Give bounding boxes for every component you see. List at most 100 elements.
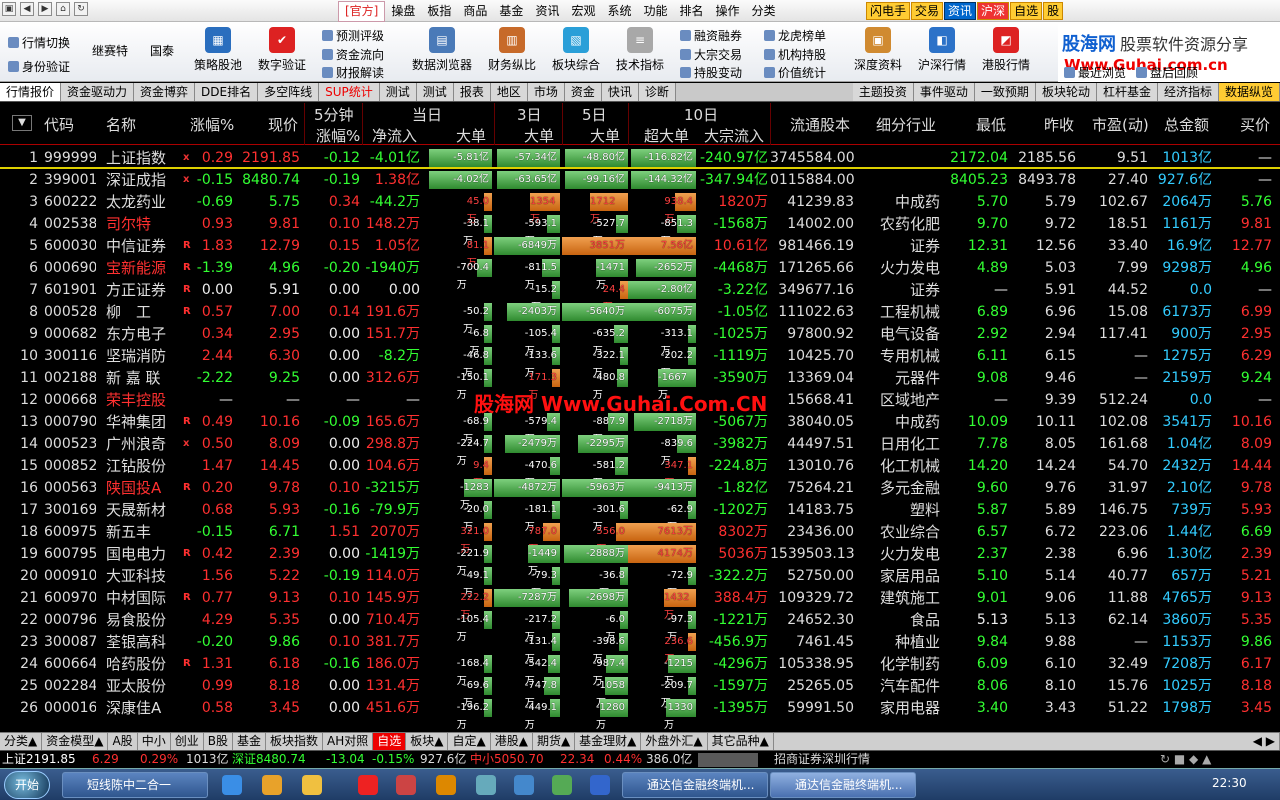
table-row[interactable]: 23 300087 荃银高科 -0.20 9.86 0.10 381.7万 -131.4万 -3…	[0, 631, 1280, 665]
col-low[interactable]: 最低	[976, 114, 1006, 135]
table-row[interactable]: 1 999999 上证指数 x 0.29 2191.85 -0.12 -4.01亿 -5.81亿…	[0, 147, 1280, 169]
col-5min-pct[interactable]: 涨幅%	[316, 125, 360, 146]
col-bid[interactable]: 买价	[1240, 114, 1270, 135]
guotai-button[interactable]: 国泰	[150, 42, 174, 59]
value-stats-button[interactable]: 价值统计	[764, 64, 826, 81]
category-tab[interactable]: 基金理财▲	[575, 733, 642, 750]
col-change-pct[interactable]: 涨幅%	[190, 114, 234, 135]
menu-item[interactable]: 基金	[493, 0, 529, 22]
category-tab[interactable]: 资金模型▲	[42, 733, 109, 750]
after-hours-button[interactable]: 盘后回顾	[1136, 64, 1198, 81]
margin-button[interactable]: 融资融券	[680, 27, 742, 44]
menu-item[interactable]: 商品	[457, 0, 493, 22]
dragon-tiger-button[interactable]: 龙虎榜单	[764, 27, 826, 44]
table-row[interactable]: 5 600030 中信证券 R 1.83 12.79 0.15 1.05亿 81.1万 -6849…	[0, 235, 1280, 269]
tab[interactable]: 报表	[453, 83, 491, 101]
category-tab[interactable]: 港股▲	[491, 733, 533, 750]
menu-item[interactable]: 功能	[637, 0, 673, 22]
table-row[interactable]: 20 000910 大亚科技 1.56 5.22 -0.19 114.0万 -49.1万 -79…	[0, 565, 1280, 599]
trade-button[interactable]: 交易	[911, 2, 944, 20]
sort-dropdown-icon[interactable]: ▼	[12, 115, 32, 131]
table-row[interactable]: 2 399001 深证成指 x -0.15 8480.74 -0.19 1.38亿 -4.02亿…	[0, 169, 1280, 191]
table-row[interactable]: 11 002188 新 嘉 联 -2.22 9.25 0.00 312.6万 -150.1万 1…	[0, 367, 1280, 401]
window-menu-icon[interactable]: ▣	[2, 2, 16, 16]
category-tab[interactable]: AH对照	[323, 733, 374, 750]
category-tab[interactable]: 期货▲	[533, 733, 576, 750]
col-code[interactable]: 代码	[44, 114, 74, 135]
table-row[interactable]: 17 300169 天晟新材 0.68 5.93 -0.16 -79.9万 -20.0万 -18…	[0, 499, 1280, 533]
table-row[interactable]: 9 000682 东方电子 0.34 2.95 0.00 151.7万 -6.8万 -105.4…	[0, 323, 1280, 357]
tab[interactable]: 资金驱动力	[61, 83, 135, 101]
deep-data-button[interactable]: ▣ 深度资料	[854, 27, 902, 73]
table-row[interactable]: 18 600975 新五丰 -0.15 6.71 1.51 2070万 321.0万 787.0…	[0, 521, 1280, 555]
fund-flow-button[interactable]: 资金流向	[322, 46, 384, 63]
col-3day-big[interactable]: 大单	[524, 125, 554, 146]
col-float-shares[interactable]: 流通股本	[790, 114, 850, 135]
table-row[interactable]: 22 000796 易食股份 4.29 5.35 0.00 710.4万 -105.4万 -21…	[0, 609, 1280, 643]
col-super-big[interactable]: 超大单	[644, 125, 689, 146]
home-icon[interactable]: ⌂	[56, 2, 70, 16]
col-net-inflow[interactable]: 净流入	[372, 125, 417, 146]
tab-right[interactable]: 杠杆基金	[1096, 83, 1158, 101]
category-tab[interactable]: 外盘外汇▲	[641, 733, 708, 750]
news-button[interactable]: 资讯	[944, 2, 977, 20]
table-row[interactable]: 4 002538 司尔特 0.93 9.81 0.10 148.2万 -38.1万 -593.1…	[0, 213, 1280, 247]
category-tab[interactable]: 板块▲	[406, 733, 449, 750]
category-tab[interactable]: A股	[108, 733, 138, 750]
col-today-big[interactable]: 大单	[456, 125, 486, 146]
menu-official[interactable]: [官方]	[338, 1, 386, 22]
menu-item[interactable]: 操盘	[385, 0, 421, 22]
col-3day[interactable]: 3日	[517, 104, 542, 125]
menu-item[interactable]: 板指	[421, 0, 457, 22]
app-icon-7[interactable]	[590, 775, 610, 795]
sector-button[interactable]: ▧ 板块综合	[552, 27, 600, 73]
tab[interactable]: 地区	[490, 83, 528, 101]
category-tab[interactable]: 自选	[373, 733, 407, 750]
media-icon[interactable]	[262, 775, 282, 795]
table-row[interactable]: 14 000523 广州浪奇 x 0.50 8.09 0.00 298.8万 -224.7万 -2…	[0, 433, 1280, 467]
menu-item[interactable]: 分类	[746, 0, 782, 22]
table-row[interactable]: 7 601901 方正证券 R 0.00 5.91 0.00 0.00 -15.2万 24.4万 -…	[0, 279, 1280, 313]
digital-verify-button[interactable]: ✔ 数字验证	[258, 27, 306, 73]
app-icon-5[interactable]	[514, 775, 534, 795]
category-tab[interactable]: 创业	[171, 733, 204, 750]
holding-change-button[interactable]: 持股变动	[680, 64, 742, 81]
tab-right[interactable]: 主题投资	[852, 83, 914, 101]
tab[interactable]: SUP统计	[319, 83, 380, 101]
jisaite-button[interactable]: 继赛特	[92, 42, 128, 59]
menu-item[interactable]: 资讯	[529, 0, 565, 22]
category-tab[interactable]: 中小	[138, 733, 171, 750]
table-row[interactable]: 21 600970 中材国际 R 0.77 9.13 0.10 145.9万 222.2万 -72…	[0, 587, 1280, 621]
tab-right[interactable]: 事件驱动	[913, 83, 975, 101]
tab[interactable]: 测试	[379, 83, 417, 101]
report-read-button[interactable]: 财报解读	[322, 64, 384, 81]
col-10day[interactable]: 10日	[684, 104, 718, 125]
finance-compare-button[interactable]: ▥ 财务纵比	[488, 27, 536, 73]
table-row[interactable]: 15 000852 江钻股份 1.47 14.45 0.00 104.6万 9.4万 -470.…	[0, 455, 1280, 489]
app-icon-6[interactable]	[552, 775, 572, 795]
hk-quote-button[interactable]: ◩ 港股行情	[982, 27, 1030, 73]
app-icon-4[interactable]	[476, 775, 496, 795]
table-row[interactable]: 26 000016 深康佳A 0.58 3.45 0.00 451.6万 -196.2万 -44…	[0, 697, 1280, 731]
tab[interactable]: 测试	[416, 83, 454, 101]
table-row[interactable]: 16 000563 陕国投A R 0.20 9.78 0.10 -3215万 -1283万 -48…	[0, 477, 1280, 511]
table-row[interactable]: 19 600795 国电电力 R 0.42 2.39 0.00 -1419万 -221.9万 -1…	[0, 543, 1280, 577]
back-icon[interactable]: ◀	[20, 2, 34, 16]
tab-quote[interactable]: 行情报价	[0, 83, 62, 101]
category-tab[interactable]: B股	[204, 733, 233, 750]
category-tab[interactable]: 基金	[233, 733, 266, 750]
identity-verify-button[interactable]: 身份验证	[8, 58, 70, 75]
table-row[interactable]: 10 300116 坚瑞消防 2.44 6.30 0.00 -8.2万 -46.8万 -133.…	[0, 345, 1280, 379]
ie-icon[interactable]	[222, 775, 242, 795]
hushen-quote-button[interactable]: ◧ 沪深行情	[918, 27, 966, 73]
rating-button[interactable]: 预测评级	[322, 27, 384, 44]
category-tab[interactable]: 分类▲	[0, 733, 43, 750]
col-5min[interactable]: 5分钟	[314, 104, 354, 125]
hushen-button[interactable]: 沪深	[977, 2, 1010, 20]
table-row[interactable]: 6 000690 宝新能源 R -1.39 4.96 -0.20 -1940万 -700.4万 -…	[0, 257, 1280, 291]
tab[interactable]: 资金	[564, 83, 602, 101]
strategy-pool-button[interactable]: ▦ 策略股池	[194, 27, 242, 73]
tab[interactable]: DDE排名	[195, 83, 259, 101]
menu-item[interactable]: 操作	[710, 0, 746, 22]
col-5day[interactable]: 5日	[582, 104, 607, 125]
